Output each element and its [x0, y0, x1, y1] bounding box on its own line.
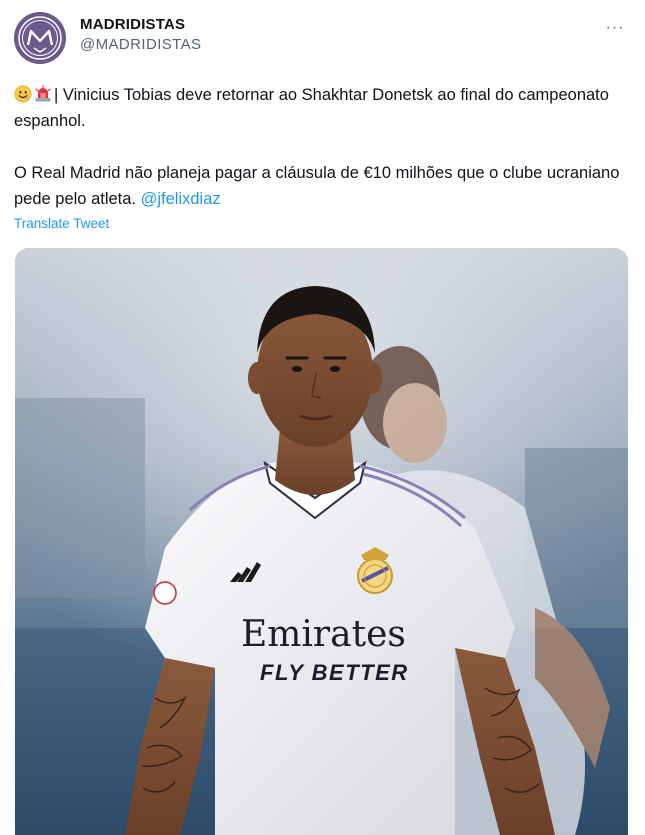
tweet-media-image[interactable]: Emirates FLY BETTER: [15, 248, 628, 835]
tweet-paragraph-2: O Real Madrid não planeja pagar a cláusu…: [14, 160, 629, 212]
mention-link[interactable]: @jfelixdiaz: [141, 190, 221, 208]
madridistas-logo-icon: [14, 12, 66, 64]
more-options-icon[interactable]: ···: [603, 18, 627, 38]
display-name[interactable]: MADRIDISTAS: [80, 16, 201, 33]
real-madrid-crest-icon: [357, 547, 393, 594]
smiling-face-icon: [14, 85, 32, 103]
police-light-icon: [34, 85, 52, 103]
tweet-line-2-text: O Real Madrid não planeja pagar a cláusu…: [14, 164, 620, 208]
account-handle[interactable]: @MADRIDISTAS: [80, 36, 201, 53]
shirt-sponsor-line-2: FLY BETTER: [260, 660, 409, 685]
translate-tweet-link[interactable]: Translate Tweet: [14, 216, 109, 231]
avatar[interactable]: [14, 12, 66, 64]
player-photo: Emirates FLY BETTER: [15, 248, 628, 835]
tweet-header: MADRIDISTAS @MADRIDISTAS ···: [14, 12, 631, 68]
account-names: MADRIDISTAS @MADRIDISTAS: [80, 16, 201, 53]
shirt-sponsor-line-1: Emirates: [241, 614, 406, 655]
tweet-line-1-text: | Vinicius Tobias deve retornar ao Shakh…: [14, 86, 609, 130]
tweet-text: | Vinicius Tobias deve retornar ao Shakh…: [14, 82, 629, 212]
tweet-paragraph-1: | Vinicius Tobias deve retornar ao Shakh…: [14, 82, 629, 134]
